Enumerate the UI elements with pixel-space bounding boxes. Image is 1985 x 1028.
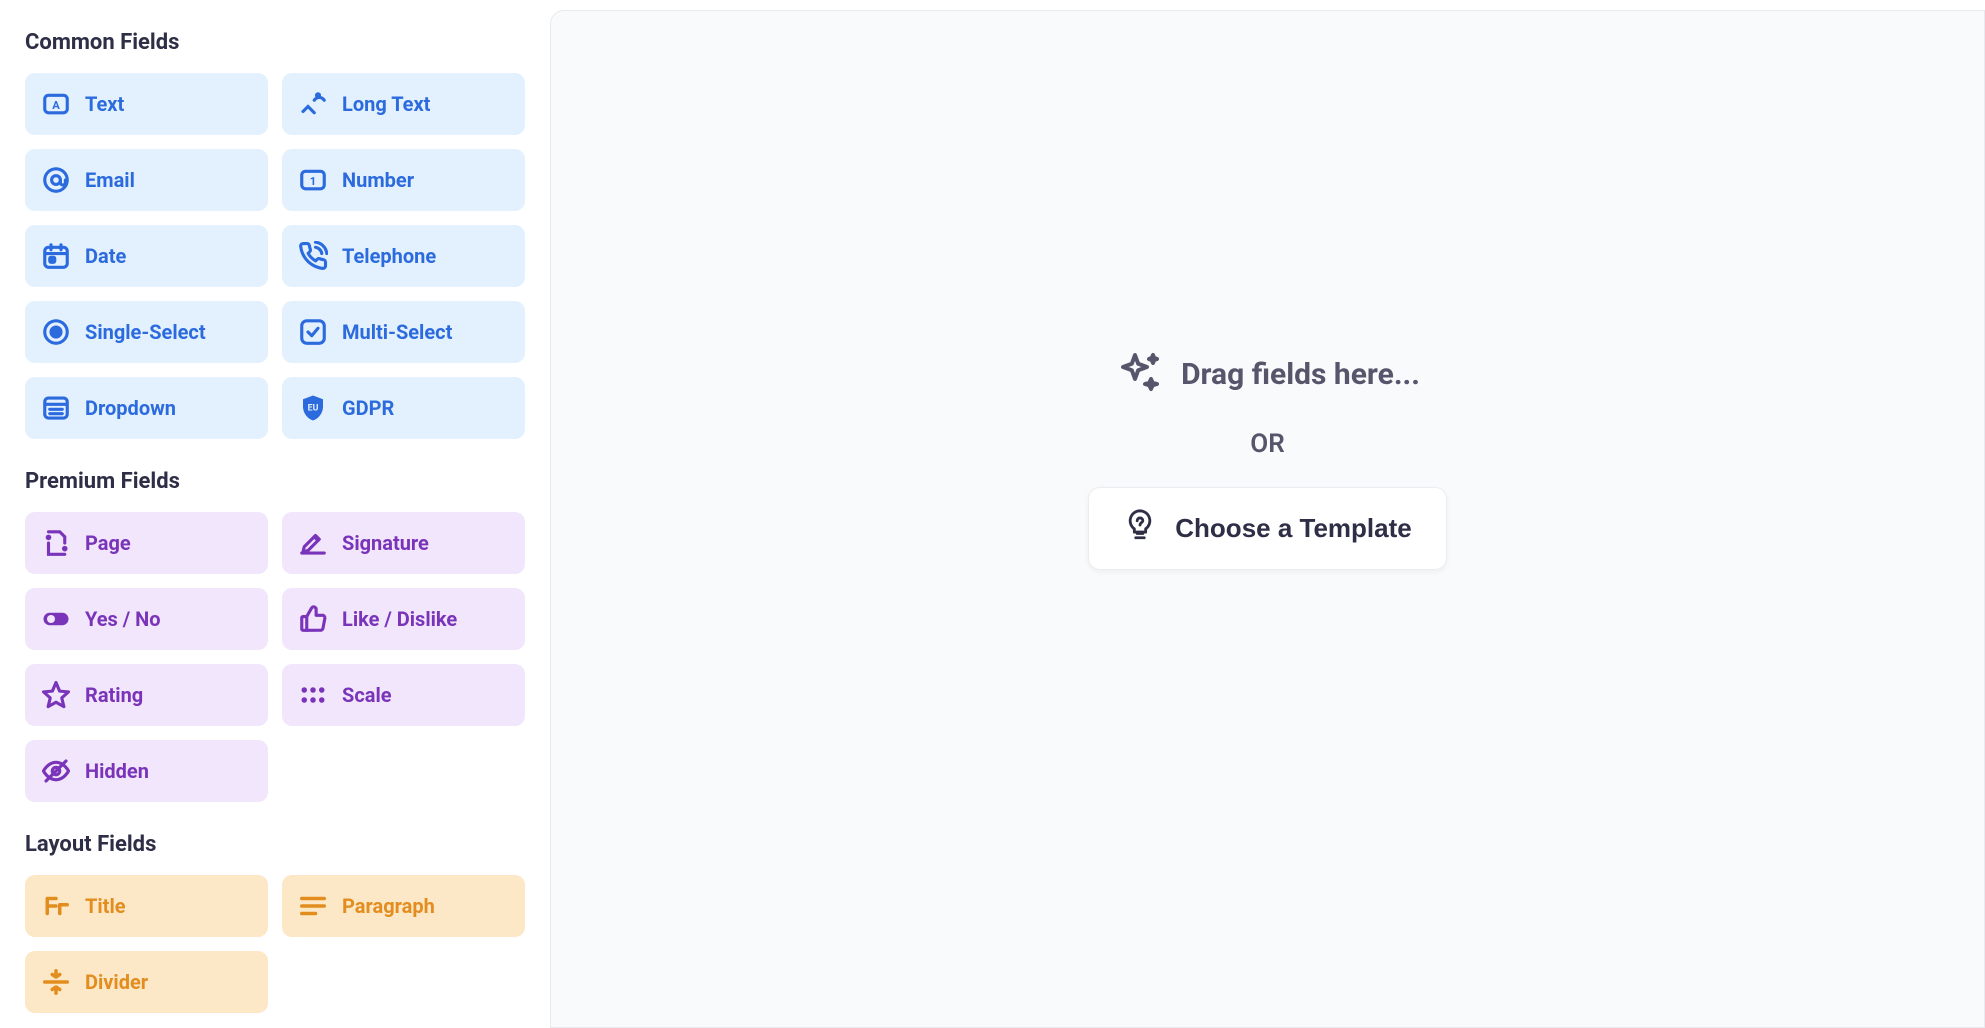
title-icon [41,891,71,921]
field-date[interactable]: Date [25,225,268,287]
field-label: Like / Dislike [342,607,457,631]
star-icon [41,680,71,710]
field-label: Divider [85,970,148,994]
field-label: Long Text [342,92,430,116]
field-dropdown[interactable]: Dropdown [25,377,268,439]
svg-text:1: 1 [310,175,316,188]
date-icon [41,241,71,271]
thumbs-up-icon [298,604,328,634]
field-yes-no[interactable]: Yes / No [25,588,268,650]
field-single-select[interactable]: Single-Select [25,301,268,363]
field-page[interactable]: Page [25,512,268,574]
long-text-icon [298,89,328,119]
field-gdpr[interactable]: EU GDPR [282,377,525,439]
field-label: Number [342,168,414,192]
layout-fields-grid: Title Paragraph Divider [25,875,525,1013]
field-hidden[interactable]: Hidden [25,740,268,802]
field-sidebar: Common Fields A Text Long Text Email [0,0,550,1028]
field-signature[interactable]: Signature [282,512,525,574]
field-number[interactable]: 1 Number [282,149,525,211]
choose-template-button[interactable]: Choose a Template [1088,487,1446,570]
field-label: Title [85,894,126,918]
field-label: Date [85,244,126,268]
divider-icon [41,967,71,997]
field-label: Dropdown [85,396,176,420]
field-text[interactable]: A Text [25,73,268,135]
premium-fields-heading: Premium Fields [25,469,525,494]
field-label: Multi-Select [342,320,452,344]
field-scale[interactable]: Scale [282,664,525,726]
svg-text:EU: EU [308,404,319,414]
field-like-dislike[interactable]: Like / Dislike [282,588,525,650]
field-label: Yes / No [85,607,161,631]
svg-text:A: A [52,99,60,112]
field-rating[interactable]: Rating [25,664,268,726]
field-email[interactable]: Email [25,149,268,211]
or-text: OR [1250,429,1284,459]
layout-fields-heading: Layout Fields [25,832,525,857]
text-icon: A [41,89,71,119]
common-fields-heading: Common Fields [25,30,525,55]
toggle-icon [41,604,71,634]
email-icon [41,165,71,195]
field-label: GDPR [342,396,394,420]
field-label: Page [85,531,131,555]
drag-hint: Drag fields here... [1115,349,1420,401]
gdpr-icon: EU [298,393,328,423]
signature-icon [298,528,328,558]
field-label: Telephone [342,244,436,268]
number-icon: 1 [298,165,328,195]
field-title[interactable]: Title [25,875,268,937]
hidden-icon [41,756,71,786]
telephone-icon [298,241,328,271]
field-multi-select[interactable]: Multi-Select [282,301,525,363]
field-label: Signature [342,531,429,555]
dropdown-icon [41,393,71,423]
paragraph-icon [298,891,328,921]
drop-area: Drag fields here... OR Choose a Template [1088,349,1446,570]
field-divider[interactable]: Divider [25,951,268,1013]
template-btn-label: Choose a Template [1175,513,1411,544]
field-label: Scale [342,683,392,707]
field-long-text[interactable]: Long Text [282,73,525,135]
field-label: Text [85,92,124,116]
field-label: Rating [85,683,143,707]
premium-fields-grid: Page Signature Yes / No Like / Dislike [25,512,525,802]
field-label: Hidden [85,759,149,783]
multi-select-icon [298,317,328,347]
field-paragraph[interactable]: Paragraph [282,875,525,937]
field-label: Email [85,168,135,192]
scale-icon [298,680,328,710]
single-select-icon [41,317,71,347]
sparkle-icon [1115,349,1163,401]
field-telephone[interactable]: Telephone [282,225,525,287]
field-label: Paragraph [342,894,435,918]
page-icon [41,528,71,558]
drag-text: Drag fields here... [1181,357,1420,392]
form-canvas[interactable]: Drag fields here... OR Choose a Template [550,10,1985,1028]
field-label: Single-Select [85,320,206,344]
lightbulb-icon [1123,508,1157,549]
common-fields-grid: A Text Long Text Email 1 Num [25,73,525,439]
